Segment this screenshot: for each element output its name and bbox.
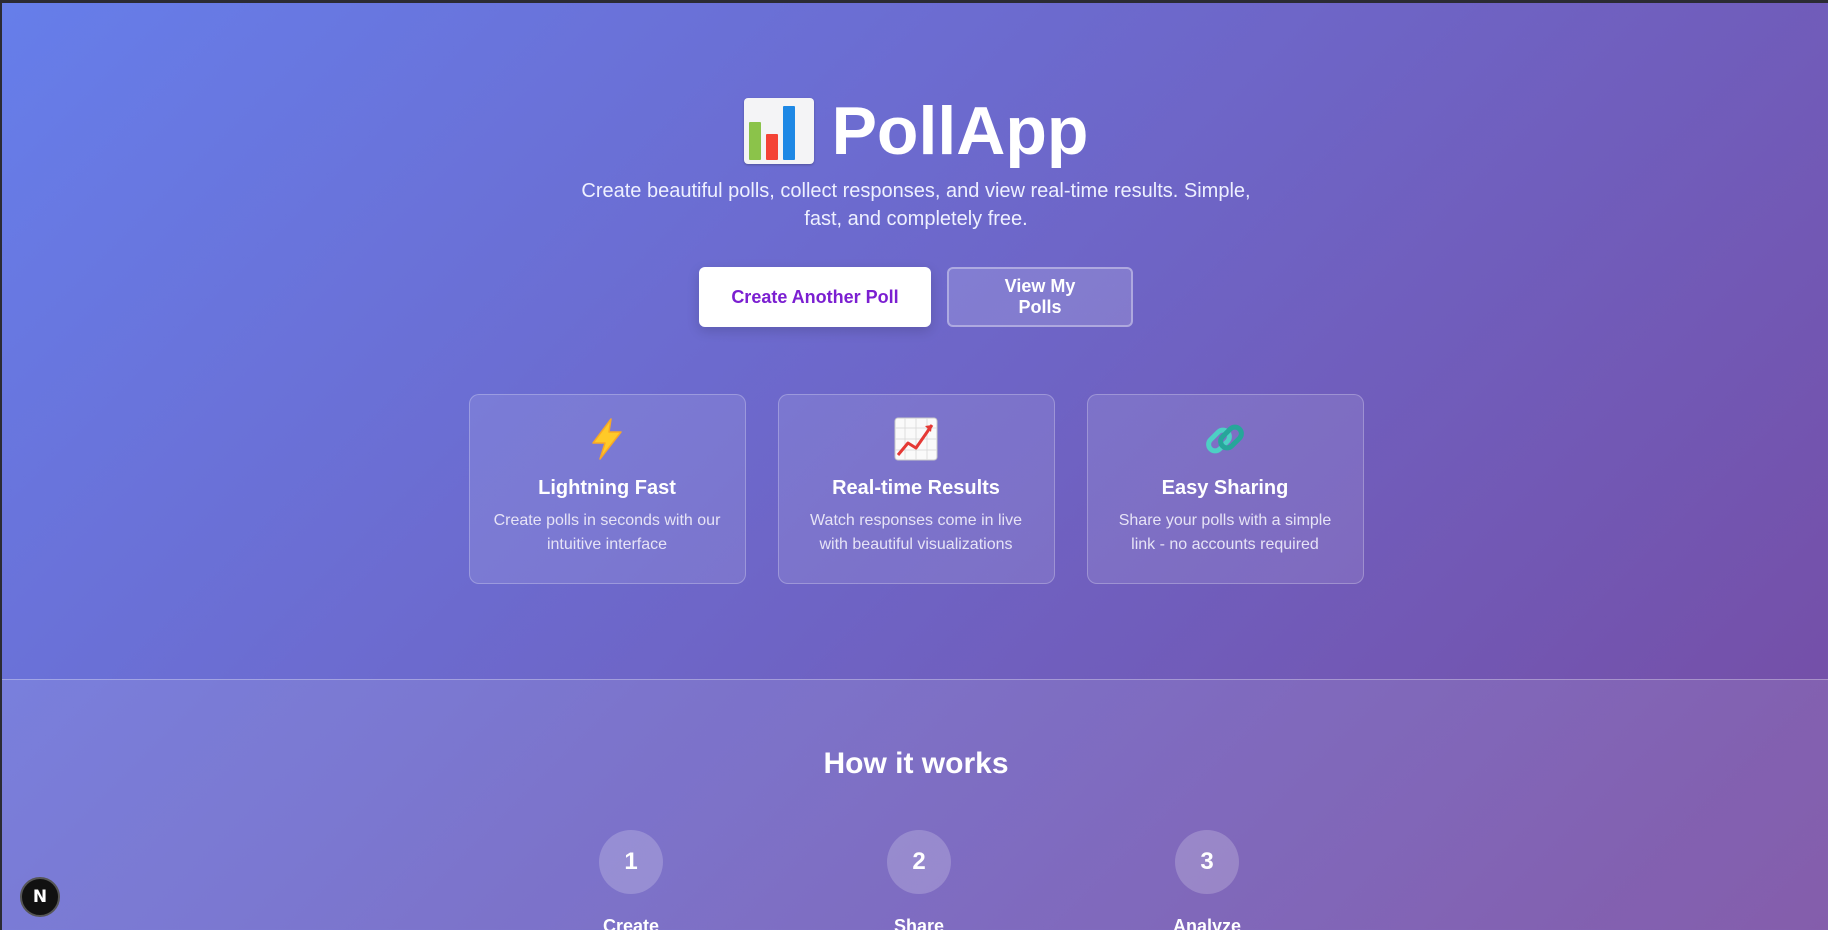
- app-name: PollApp: [831, 93, 1089, 169]
- link-icon: [1088, 417, 1363, 461]
- create-poll-button[interactable]: Create Another Poll: [699, 267, 931, 327]
- step-create: 1 Create: [551, 830, 711, 930]
- feature-card-realtime: Real-time Results Watch responses come i…: [777, 394, 1055, 584]
- view-polls-button[interactable]: View My Polls: [947, 267, 1133, 327]
- hero-subtitle: Create beautiful polls, collect response…: [581, 180, 1251, 230]
- step-number: 1: [599, 830, 663, 894]
- dev-tools-badge[interactable]: N: [20, 877, 60, 917]
- feature-description: Create polls in seconds with our intuiti…: [493, 512, 721, 553]
- dev-badge-label: N: [32, 887, 48, 907]
- feature-description: Watch responses come in live with beauti…: [810, 512, 1022, 553]
- feature-title: Real-time Results: [832, 477, 1000, 499]
- how-it-works-title: How it works: [823, 747, 1009, 780]
- feature-card-sharing: Easy Sharing Share your polls with a sim…: [1086, 394, 1364, 584]
- hero-actions: Create Another Poll View My Polls: [2, 267, 1828, 327]
- bar-chart-icon: [743, 98, 814, 164]
- page-title: PollApp: [2, 91, 1828, 171]
- feature-card-fast: Lightning Fast Create polls in seconds w…: [468, 394, 746, 584]
- feature-title: Lightning Fast: [538, 477, 676, 499]
- step-share: 2 Share: [839, 830, 999, 930]
- features-list: Lightning Fast Create polls in seconds w…: [2, 394, 1828, 584]
- step-label: Create: [602, 916, 660, 930]
- how-it-works-section: How it works 1 Create 2 Share 3 Analyze: [2, 679, 1828, 930]
- step-label: Share: [893, 916, 945, 930]
- feature-description: Share your polls with a simple link - no…: [1118, 512, 1332, 553]
- chart-increasing-icon: [779, 417, 1054, 461]
- step-analyze: 3 Analyze: [1127, 830, 1287, 930]
- lightning-icon: [470, 417, 745, 461]
- hero-section: PollApp Create beautiful polls, collect …: [2, 3, 1828, 679]
- feature-title: Easy Sharing: [1161, 477, 1289, 499]
- step-label: Analyze: [1172, 916, 1242, 930]
- step-number: 2: [887, 830, 951, 894]
- step-number: 3: [1175, 830, 1239, 894]
